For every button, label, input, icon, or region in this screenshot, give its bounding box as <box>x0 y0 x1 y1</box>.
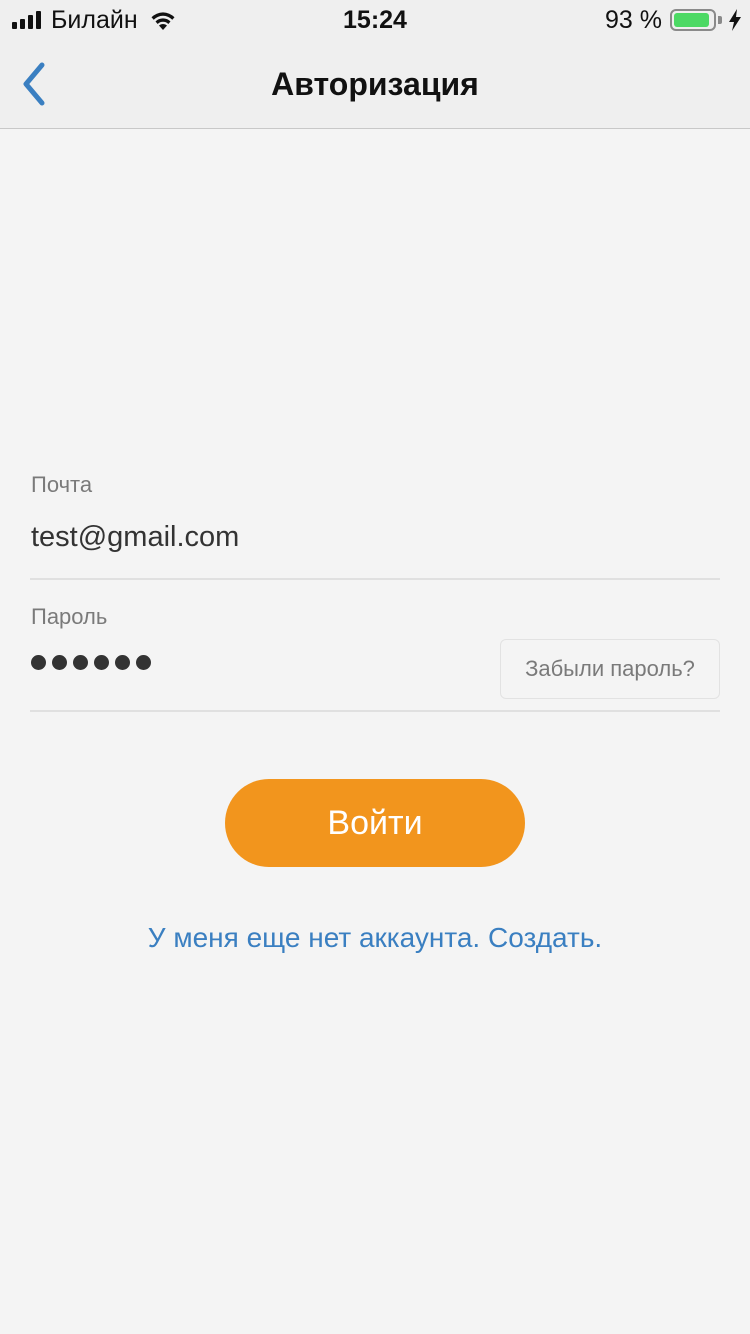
charging-bolt-icon <box>729 9 741 31</box>
login-screen: Билайн 15:24 93 % Авторизация Почта test… <box>0 0 750 1334</box>
status-bar: Билайн 15:24 93 % <box>0 0 750 40</box>
password-label: Пароль <box>31 604 108 629</box>
password-dot <box>115 655 130 670</box>
battery-percent: 93 % <box>605 5 662 34</box>
status-right: 93 % <box>605 6 742 34</box>
battery-icon <box>670 9 716 31</box>
register-link[interactable]: У меня еще нет аккаунта. Создать. <box>0 922 750 954</box>
email-label: Почта <box>31 472 93 497</box>
forgot-password-button[interactable]: Забыли пароль? <box>500 639 720 699</box>
email-underline <box>30 578 720 580</box>
password-dot <box>136 655 151 670</box>
password-dot <box>52 655 67 670</box>
battery-level <box>674 13 710 27</box>
password-dot <box>31 655 46 670</box>
email-field[interactable]: test@gmail.com <box>31 521 239 554</box>
page-title: Авторизация <box>271 66 479 102</box>
battery-cap <box>718 16 722 24</box>
password-dot <box>73 655 88 670</box>
password-underline <box>30 710 720 712</box>
nav-bar: Авторизация <box>0 40 750 129</box>
password-dot <box>94 655 109 670</box>
password-field[interactable] <box>31 655 151 670</box>
login-button[interactable]: Войти <box>225 779 525 867</box>
